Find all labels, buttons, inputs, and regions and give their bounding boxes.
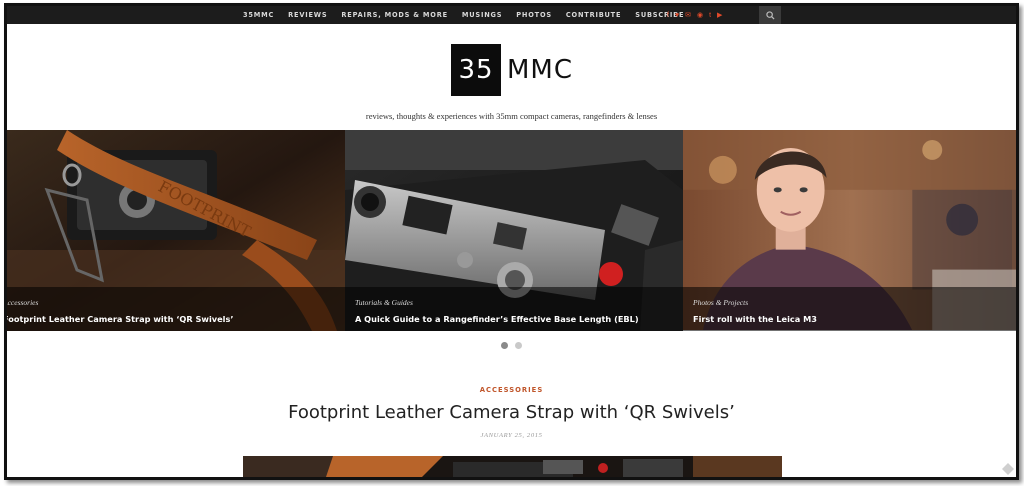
post-image-art [243, 456, 782, 477]
slide-title[interactable]: First roll with the Leica M3 [693, 314, 817, 324]
slide-leica-m3[interactable]: Photos & Projects First roll with the Le… [683, 130, 1016, 331]
logo-text: MMC [507, 55, 574, 85]
tumblr-icon[interactable]: t [709, 12, 711, 19]
nav-item-reviews[interactable]: Reviews [288, 11, 327, 19]
slide-caption-bg [683, 287, 1016, 331]
social-links: f ♥ ✉ ◉ t ▶ [667, 6, 722, 24]
twitter-icon[interactable]: ♥ [675, 12, 679, 19]
nav-item-photos[interactable]: Photos [516, 11, 552, 19]
slider-dot-2[interactable] [515, 342, 522, 349]
featured-slider: FOOTPRINT Accessories Footprint Leather … [7, 130, 1016, 331]
slide-category[interactable]: Tutorials & Guides [355, 298, 413, 307]
facebook-icon[interactable]: f [667, 12, 669, 19]
slide-category[interactable]: Photos & Projects [693, 298, 748, 307]
slide-caption-bg [345, 287, 683, 331]
slider-dot-1[interactable] [501, 342, 508, 349]
nav-item-repairs-mods[interactable]: Repairs, Mods & More [341, 11, 447, 19]
slider-pagination [501, 342, 522, 349]
nav-item-contribute[interactable]: Contribute [566, 11, 621, 19]
nav-links: 35mmc Reviews Repairs, Mods & More Musin… [243, 6, 684, 24]
search-icon [765, 10, 775, 20]
slide-leather-strap[interactable]: FOOTPRINT Accessories Footprint Leather … [7, 130, 345, 331]
top-navigation-bar: 35mmc Reviews Repairs, Mods & More Musin… [7, 6, 1016, 24]
search-button[interactable] [759, 6, 781, 24]
site-tagline: reviews, thoughts & experiences with 35m… [365, 111, 658, 121]
logo-box: 35 [451, 44, 501, 96]
site-logo[interactable]: 35 MMC [451, 44, 573, 96]
browser-page-frame: 35mmc Reviews Repairs, Mods & More Musin… [4, 3, 1019, 480]
post-featured-image[interactable] [243, 456, 782, 477]
slide-title[interactable]: Footprint Leather Camera Strap with ‘QR … [7, 314, 233, 324]
youtube-icon[interactable]: ▶ [717, 12, 722, 19]
slide-caption-bg [7, 287, 345, 331]
slide-rangefinder-ebl[interactable]: Tutorials & Guides A Quick Guide to a Ra… [345, 130, 683, 331]
nav-item-musings[interactable]: Musings [462, 11, 502, 19]
rss-icon[interactable]: ◉ [697, 12, 703, 19]
email-icon[interactable]: ✉ [685, 12, 691, 19]
post-title[interactable]: Footprint Leather Camera Strap with ‘QR … [7, 402, 1016, 423]
nav-item-35mmc[interactable]: 35mmc [243, 11, 274, 19]
post-category[interactable]: ACCESSORIES [7, 386, 1016, 394]
corner-badge-icon [1002, 463, 1014, 475]
slide-title[interactable]: A Quick Guide to a Rangefinder’s Effecti… [355, 314, 639, 324]
slide-category[interactable]: Accessories [7, 298, 38, 307]
post-date: JANUARY 25, 2015 [480, 432, 543, 439]
